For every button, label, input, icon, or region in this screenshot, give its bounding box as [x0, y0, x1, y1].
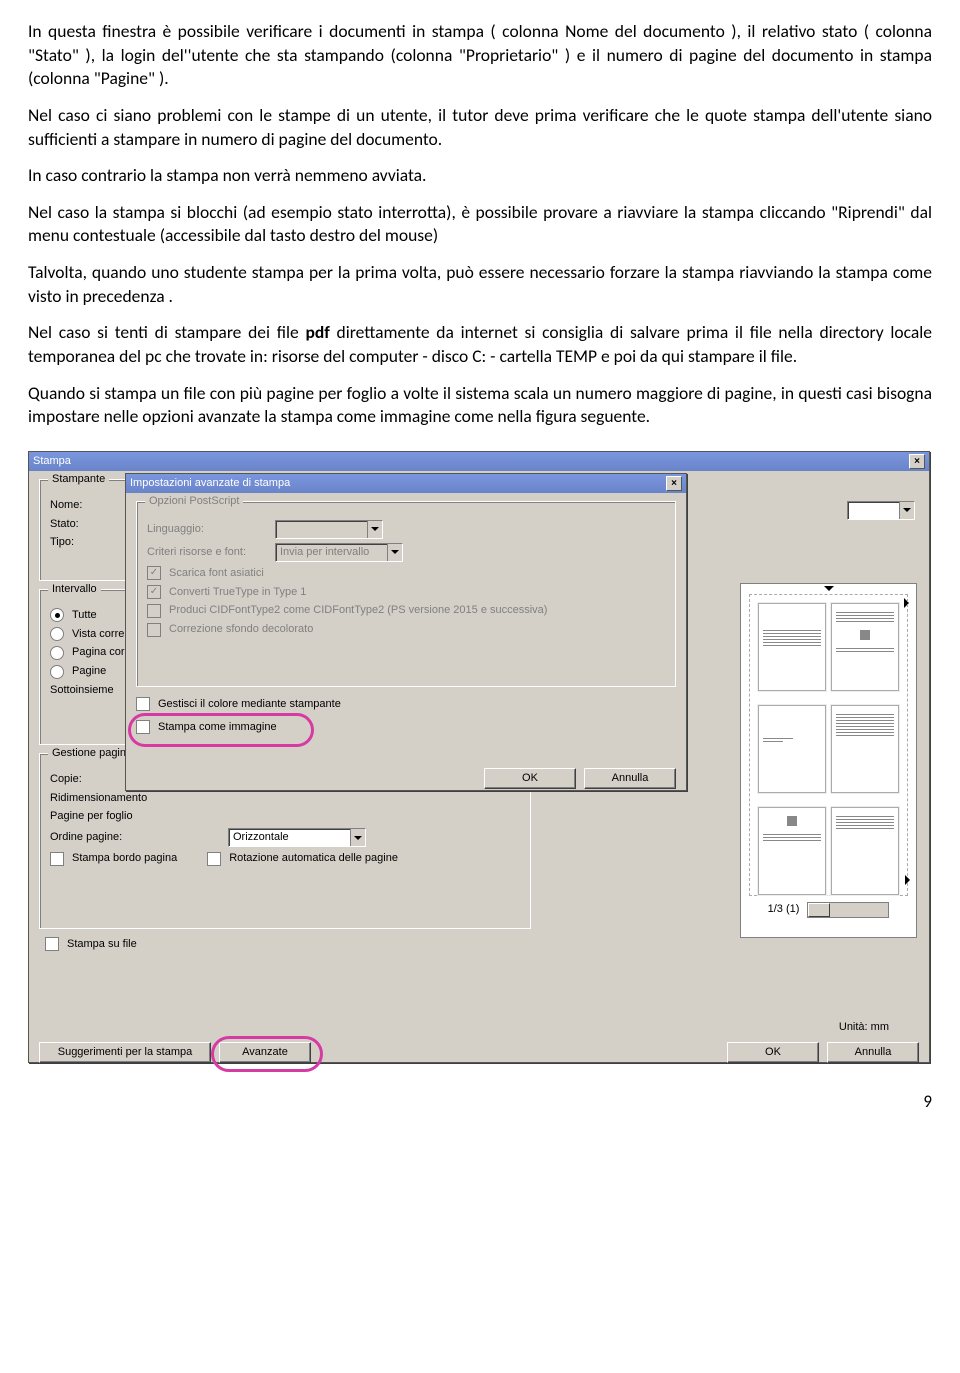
- label-ordine: Ordine pagine:: [50, 830, 220, 845]
- label-stampaimg: Stampa come immagine: [158, 720, 277, 735]
- arrow-icon: [905, 875, 915, 885]
- label-truetype: Converti TrueType in Type 1: [169, 585, 306, 600]
- checkbox-stampafile[interactable]: [45, 937, 59, 951]
- checkbox-bordo[interactable]: [50, 852, 64, 866]
- radio-pagina[interactable]: [50, 646, 64, 660]
- radio-pagine[interactable]: [50, 665, 64, 679]
- page-number: 9: [28, 1091, 932, 1114]
- checkbox-stampaimg[interactable]: [136, 720, 150, 734]
- chevron-down-icon: [350, 829, 365, 846]
- preview-page: [758, 807, 826, 895]
- preview-page: [831, 603, 899, 691]
- group-legend: Intervallo: [48, 582, 101, 597]
- group-legend: Opzioni PostScript: [145, 494, 243, 509]
- chevron-down-icon: [899, 502, 914, 519]
- print-preview: 1/3 (1): [740, 583, 917, 938]
- text-bold: pdf: [305, 321, 329, 343]
- screenshot-dialogs: Stampa × Stampante Nome: Stato: Tipo: In…: [28, 451, 932, 1063]
- scrollbar[interactable]: [807, 902, 889, 918]
- pager: 1/3 (1): [751, 902, 906, 918]
- label-rotauto: Rotazione automatica delle pagine: [229, 851, 398, 866]
- checkbox-truetype: [147, 585, 161, 599]
- label-sfondo: Correzione sfondo decolorato: [169, 622, 313, 637]
- chevron-down-icon: [387, 544, 402, 561]
- btn-annulla[interactable]: Annulla: [827, 1042, 919, 1063]
- label-pagine: Pagine: [72, 664, 106, 679]
- close-icon[interactable]: ×: [666, 476, 682, 491]
- group-legend: Stampante: [48, 472, 109, 487]
- paragraph: In caso contrario la stampa non verrà ne…: [28, 164, 932, 188]
- preview-page: [758, 603, 826, 691]
- preview-page: [831, 807, 899, 895]
- radio-vista[interactable]: [50, 627, 64, 641]
- label-pagineper: Pagine per foglio: [50, 809, 220, 824]
- preview-page: [831, 705, 899, 793]
- paragraph: Talvolta, quando uno studente stampa per…: [28, 261, 932, 308]
- paragraph: Nel caso la stampa si blocchi (ad esempi…: [28, 201, 932, 248]
- combo-ordine[interactable]: Orizzontale: [228, 828, 366, 847]
- label-criteri: Criteri risorse e font:: [147, 545, 267, 560]
- btn-suggerimenti[interactable]: Suggerimenti per la stampa: [39, 1042, 211, 1063]
- label-tipo: Tipo:: [50, 535, 74, 550]
- text: Nel caso si tenti di stampare dei file: [28, 321, 305, 343]
- stampa-titlebar: Stampa ×: [29, 452, 929, 471]
- checkbox-rotauto[interactable]: [207, 852, 221, 866]
- label-linguaggio: Linguaggio:: [147, 522, 267, 537]
- label-tutte: Tutte: [72, 608, 97, 623]
- combo-criteri: Invia per intervallo: [275, 543, 403, 562]
- label-scarica: Scarica font asiatici: [169, 566, 264, 581]
- label-bordo: Stampa bordo pagina: [72, 851, 177, 866]
- combo-stub[interactable]: [847, 501, 915, 520]
- close-icon[interactable]: ×: [909, 454, 925, 469]
- group-postscript: Opzioni PostScript Linguaggio: Criteri r…: [136, 501, 676, 687]
- advanced-titlebar: Impostazioni avanzate di stampa ×: [126, 474, 686, 493]
- label-nome: Nome:: [50, 498, 82, 513]
- advanced-dialog: Impostazioni avanzate di stampa × Opzion…: [125, 473, 687, 791]
- paragraph: Nel caso si tenti di stampare dei file p…: [28, 321, 932, 368]
- label-stato: Stato:: [50, 517, 79, 532]
- checkbox-cid: [147, 604, 161, 618]
- paragraph: Nel caso ci siano problemi con le stampe…: [28, 104, 932, 151]
- combo-linguaggio: [275, 520, 383, 539]
- checkbox-gestcolor[interactable]: [136, 697, 150, 711]
- btn-ok-adv[interactable]: OK: [484, 768, 576, 789]
- paragraph: In questa finestra è possibile verificar…: [28, 20, 932, 91]
- chevron-down-icon: [367, 521, 382, 538]
- label-gestcolor: Gestisci il colore mediante stampante: [158, 697, 341, 712]
- btn-avanzate[interactable]: Avanzate: [219, 1042, 311, 1063]
- preview-page: [758, 705, 826, 793]
- btn-annulla-adv[interactable]: Annulla: [584, 768, 676, 789]
- combo-value: Invia per intervallo: [280, 545, 369, 560]
- paragraph: Quando si stampa un file con più pagine …: [28, 382, 932, 429]
- stampa-title: Stampa: [33, 454, 71, 469]
- combo-value: Orizzontale: [233, 830, 289, 845]
- checkbox-scarica: [147, 566, 161, 580]
- btn-ok[interactable]: OK: [727, 1042, 819, 1063]
- radio-tutte[interactable]: [50, 608, 64, 622]
- label-unita: Unità: mm: [839, 1020, 889, 1035]
- label-cid: Produci CIDFontType2 come CIDFontType2 (…: [169, 603, 547, 618]
- advanced-title: Impostazioni avanzate di stampa: [130, 476, 290, 491]
- stampa-dialog: Stampa × Stampante Nome: Stato: Tipo: In…: [28, 451, 930, 1063]
- label-stampafile: Stampa su file: [67, 937, 137, 952]
- group-legend: Gestione pagina: [48, 746, 136, 761]
- label-sottoins: Sottoinsieme: [50, 683, 114, 698]
- checkbox-sfondo: [147, 623, 161, 637]
- pager-text: 1/3 (1): [768, 902, 800, 917]
